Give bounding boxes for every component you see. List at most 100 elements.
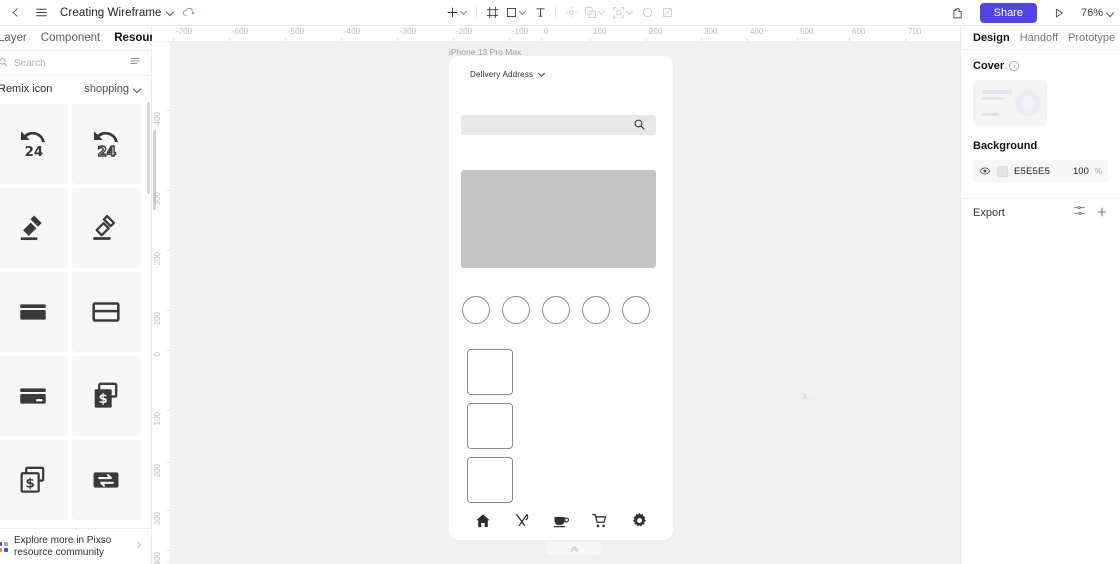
home-icon[interactable] (474, 512, 492, 530)
gear-icon[interactable] (630, 511, 649, 530)
share-button[interactable]: Share (979, 3, 1037, 23)
export-label: Export (973, 206, 1005, 219)
delivery-address-selector[interactable]: Delivery Address (470, 70, 546, 79)
category-circle-row (462, 296, 650, 324)
chevron-down-icon (539, 71, 546, 78)
cover-heading: Cover i (973, 60, 1108, 72)
background-heading: Background (973, 140, 1108, 152)
pixso-logo-icon (0, 541, 8, 552)
main-toolbar-tools (443, 0, 677, 26)
cover-thumbnail[interactable] (973, 80, 1047, 126)
plugin-icon[interactable] (945, 1, 971, 25)
svg-text:$: $ (99, 392, 108, 407)
svg-text:24: 24 (24, 145, 43, 160)
resource-icon-money-stack-line[interactable]: $ (0, 440, 68, 520)
tab-handoff[interactable]: Handoff (1020, 32, 1058, 44)
resource-icon-bank-card-2-filled[interactable] (0, 356, 68, 436)
eye-icon[interactable] (979, 165, 991, 177)
back-button[interactable] (2, 1, 28, 25)
screen-search-bar[interactable] (461, 115, 656, 135)
resource-community-link[interactable]: Explore more in Pixso resource community (0, 528, 151, 564)
zoom-level-menu[interactable]: 76% (1081, 7, 1114, 19)
present-button[interactable] (1046, 1, 1072, 25)
list-card-stack (467, 349, 513, 503)
tab-layer[interactable]: Layer (0, 32, 27, 44)
right-panel: Design Handoff Prototype Cover i Backgro… (960, 26, 1120, 564)
document-title-menu[interactable]: Creating Wireframe (60, 7, 174, 19)
resource-icon-exchange-filled[interactable] (71, 440, 141, 520)
cover-thumb-line (982, 113, 999, 116)
cover-thumb-shape-inner (1022, 96, 1035, 109)
background-section: Background E5E5E5 100 % (961, 126, 1120, 182)
svg-text:24: 24 (98, 145, 117, 160)
resource-icon-auction-filled[interactable] (0, 188, 68, 268)
add-tool[interactable] (443, 1, 471, 25)
chevron-down-icon (1107, 10, 1114, 17)
shape-tool[interactable] (502, 1, 530, 25)
move-tool[interactable] (561, 1, 581, 25)
ellipse-tool[interactable] (637, 1, 657, 25)
toolbar-left-group: Creating Wireframe (0, 1, 196, 25)
resource-icon-grid[interactable]: 24 24 $ $ (0, 102, 151, 528)
resource-icon-bank-card-filled[interactable] (0, 272, 68, 352)
opacity-unit-label: % (1094, 166, 1102, 176)
restaurant-icon[interactable] (513, 512, 531, 530)
category-circle[interactable] (622, 296, 650, 324)
list-item-thumbnail[interactable] (467, 403, 513, 449)
resource-icon-rotate-24-outline[interactable]: 24 (71, 104, 141, 184)
left-panel-tabs: Layer Component Resource (0, 26, 167, 50)
background-hex-value[interactable]: E5E5E5 (1014, 166, 1067, 177)
background-color-swatch[interactable] (997, 165, 1008, 177)
tab-design[interactable]: Design (973, 32, 1010, 44)
category-dropdown[interactable]: shopping (84, 83, 141, 95)
search-input[interactable]: Search (14, 58, 123, 69)
slice-tool[interactable] (657, 1, 677, 25)
library-name[interactable]: Remix icon (0, 83, 52, 95)
frame-tool[interactable] (482, 1, 502, 25)
category-label: shopping (84, 83, 129, 95)
design-canvas[interactable]: iPhone 13 Pro Max k... Delivery Address (171, 42, 960, 564)
text-tool[interactable] (530, 1, 550, 25)
hero-banner-placeholder[interactable] (461, 170, 656, 268)
search-icon (633, 118, 646, 136)
list-view-icon[interactable] (129, 54, 141, 72)
tab-component[interactable]: Component (41, 32, 100, 44)
cup-icon[interactable] (552, 512, 570, 530)
hamburger-menu-icon[interactable] (28, 1, 54, 25)
list-item-thumbnail[interactable] (467, 457, 513, 503)
background-opacity-value[interactable]: 100 (1073, 166, 1089, 177)
top-toolbar: Creating Wireframe Share 76% (0, 0, 1120, 26)
info-icon[interactable]: i (1009, 61, 1020, 71)
background-color-row: E5E5E5 100 % (973, 160, 1108, 182)
category-circle[interactable] (582, 296, 610, 324)
tab-prototype[interactable]: Prototype (1068, 32, 1115, 44)
category-circle[interactable] (542, 296, 570, 324)
resource-icon-rotate-24-filled[interactable]: 24 (0, 104, 68, 184)
pixso-design-app: Creating Wireframe Share 76% Layer Compo… (0, 0, 1120, 564)
resource-icon-bank-card-outline[interactable] (71, 272, 141, 352)
export-actions (1073, 204, 1108, 222)
shopping-cart-icon[interactable] (591, 512, 609, 530)
bottom-navigation-bar (449, 501, 673, 540)
export-section: Export (961, 198, 1120, 226)
zoom-level-value: 76% (1080, 7, 1103, 19)
category-circle[interactable] (462, 296, 490, 324)
add-export-button[interactable] (1096, 206, 1108, 219)
horizontal-ruler: -700 -600 -500 -400 -300 -200 -100 0 100 200 300 40… (152, 26, 960, 42)
toolbar-divider (476, 6, 477, 19)
resource-community-label: Explore more in Pixso resource community (14, 534, 112, 558)
component-tool[interactable] (581, 1, 609, 25)
canvas-ghost-text: k... (803, 392, 814, 401)
resource-icon-money-stack-filled[interactable]: $ (71, 356, 141, 436)
boolean-tool[interactable] (609, 1, 637, 25)
sliders-icon[interactable] (1073, 204, 1086, 222)
category-circle[interactable] (502, 296, 530, 324)
background-label: Background (973, 140, 1038, 152)
artboard-iphone-13-pro-max[interactable]: Delivery Address (449, 56, 673, 540)
canvas-collapse-handle[interactable] (546, 542, 602, 555)
right-panel-tabs: Design Handoff Prototype (961, 26, 1120, 50)
left-panel-scrollbar[interactable] (147, 102, 150, 194)
list-item-thumbnail[interactable] (467, 349, 513, 395)
resource-icon-auction-outline[interactable] (71, 188, 141, 268)
left-panel: Layer Component Resource Search Remix ic… (0, 26, 167, 564)
